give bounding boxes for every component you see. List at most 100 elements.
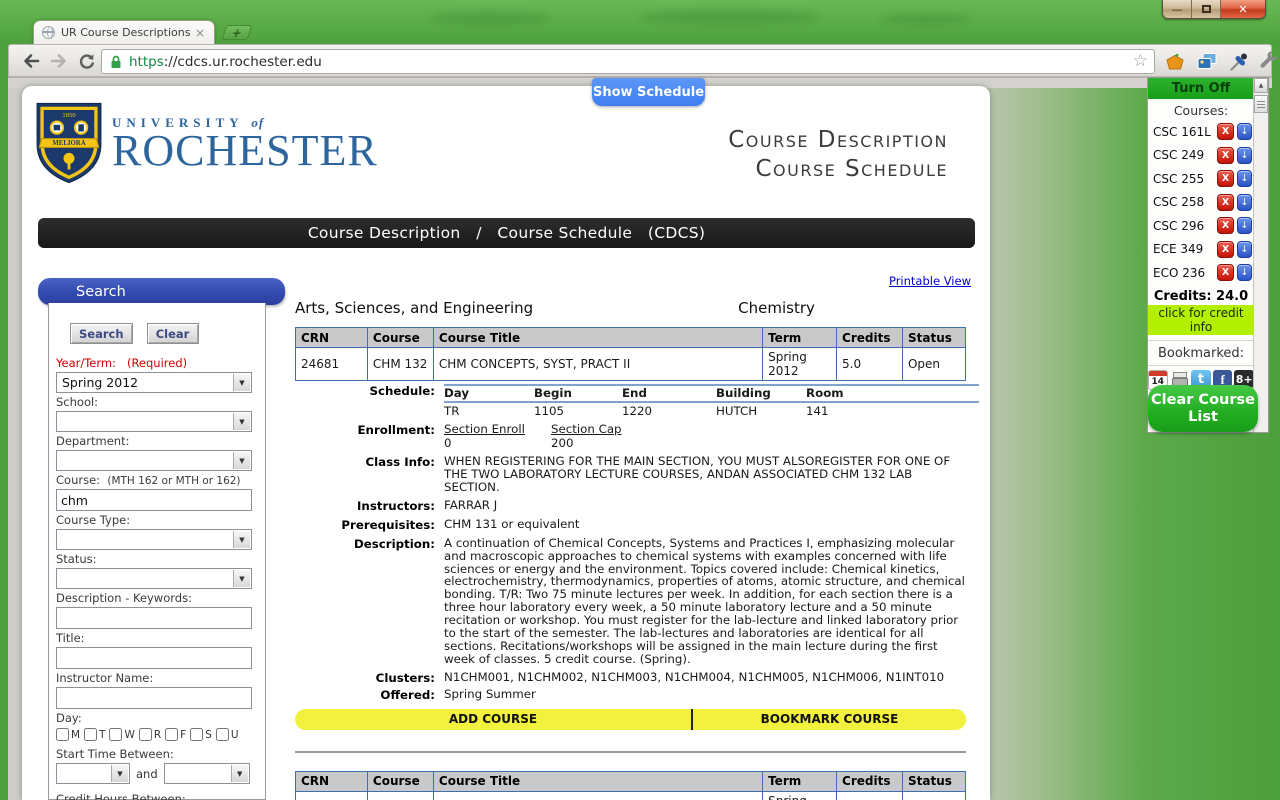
remove-course-button[interactable]: X <box>1217 240 1234 258</box>
course-info-button[interactable]: ↓ <box>1237 217 1252 235</box>
svg-text:1850: 1850 <box>62 112 76 119</box>
remove-course-button[interactable]: X <box>1217 123 1234 141</box>
credit-info-link[interactable]: click for credit info <box>1148 304 1254 335</box>
remove-course-button[interactable]: X <box>1217 170 1234 188</box>
course-input[interactable] <box>56 489 252 511</box>
turn-off-button[interactable]: Turn Off <box>1148 78 1254 99</box>
day-label-r: R <box>153 728 162 741</box>
day-label: Day: <box>56 711 82 725</box>
eyedropper-icon <box>1230 53 1247 71</box>
printable-view-link[interactable]: Printable View <box>889 274 971 288</box>
close-button[interactable]: ✕ <box>1221 0 1265 18</box>
browser-toolbar: https://cdcs.ur.rochester.edu ☆ <box>8 44 1277 77</box>
panel-course-row: CSC 296 X ↓ <box>1148 214 1254 238</box>
day-label-w: W <box>124 728 135 741</box>
bookmark-star-icon[interactable]: ☆ <box>1133 53 1148 70</box>
search-button[interactable]: Search <box>70 323 133 344</box>
schedule-col-day: Day <box>444 386 470 400</box>
course-info-button[interactable]: ↓ <box>1237 240 1252 258</box>
remove-course-button[interactable]: X <box>1217 146 1234 164</box>
extension-cdcs-icon[interactable] <box>1161 48 1189 75</box>
chevron-down-icon[interactable]: ▼ <box>233 413 250 430</box>
scroll-up-arrow-icon: ▲ <box>1258 82 1264 89</box>
status-label: Status: <box>56 552 97 566</box>
scroll-up-button[interactable]: ▲ <box>1254 78 1268 93</box>
section-cap-link[interactable]: Section Cap <box>551 423 622 436</box>
course-info-button[interactable]: ↓ <box>1237 193 1252 211</box>
remove-course-button[interactable]: X <box>1217 217 1234 235</box>
offered-text: Spring Summer <box>444 686 536 701</box>
clear-course-list-button[interactable]: Clear Course List <box>1148 385 1258 432</box>
chevron-down-icon[interactable]: ▼ <box>111 765 128 782</box>
minimize-button[interactable]: — <box>1163 0 1192 18</box>
panel-course-name: CSC 249 <box>1153 148 1205 163</box>
title-input[interactable] <box>56 647 252 669</box>
year-term-select[interactable]: Spring 2012 ▼ <box>56 372 252 393</box>
panel-course-row: CSC 258 X ↓ <box>1148 191 1254 215</box>
school-heading: Arts, Sciences, and Engineering <box>295 299 534 317</box>
reload-button[interactable] <box>73 48 100 74</box>
remove-x-icon: X <box>1221 196 1230 208</box>
panel-scrollbar[interactable]: ▲ <box>1253 78 1268 432</box>
site-navbar[interactable]: Course Description / Course Schedule (CD… <box>38 218 975 248</box>
day-checkbox-r[interactable] <box>138 728 152 741</box>
close-icon: ✕ <box>1238 2 1248 16</box>
school-select[interactable]: ▼ <box>56 411 252 432</box>
show-schedule-button[interactable]: Show Schedule <box>592 78 705 106</box>
course-divider <box>295 750 966 753</box>
remove-course-button[interactable]: X <box>1217 264 1234 282</box>
status-select[interactable]: ▼ <box>56 568 252 589</box>
day-checkbox-s[interactable] <box>190 728 204 741</box>
add-course-button[interactable]: ADD COURSE <box>295 708 693 730</box>
extension-eyedropper-icon[interactable] <box>1225 48 1253 75</box>
remove-course-button[interactable]: X <box>1217 193 1234 211</box>
instructor-input[interactable] <box>56 687 252 709</box>
schedule-col-building: Building <box>716 386 771 400</box>
day-checkbox-w[interactable] <box>109 728 123 741</box>
maximize-button[interactable] <box>1192 0 1221 18</box>
chevron-down-icon[interactable]: ▼ <box>233 374 250 391</box>
bookmarked-label: Bookmarked: <box>1148 339 1254 365</box>
prerequisites-label: Prerequisites: <box>341 517 435 532</box>
extension-photos-icon[interactable] <box>1193 48 1221 75</box>
navbar-text: Course Description / Course Schedule (CD… <box>307 224 706 242</box>
table-row: 24694 CHM 132 CHM CONCEPTS, SYST, PRACT … <box>295 790 967 800</box>
start-time-to-select[interactable]: ▼ <box>163 763 250 784</box>
browser-tab[interactable]: UR Course Descriptions / C × <box>33 20 215 44</box>
course-info-button[interactable]: ↓ <box>1237 146 1252 164</box>
tab-close-icon[interactable]: × <box>195 26 205 40</box>
start-time-from-select[interactable]: ▼ <box>56 763 130 784</box>
day-checkbox-t[interactable] <box>84 728 98 741</box>
course-info-button[interactable]: ↓ <box>1237 123 1252 141</box>
title-cell: CHM CONCEPTS, SYST, PRACT II <box>432 790 764 800</box>
course-info-button[interactable]: ↓ <box>1237 264 1252 282</box>
new-tab-button[interactable]: + <box>221 25 253 40</box>
course-type-select[interactable]: ▼ <box>56 529 252 550</box>
day-checkbox-u[interactable] <box>215 728 229 741</box>
department-select[interactable]: ▼ <box>56 450 252 471</box>
forward-button[interactable] <box>45 48 72 74</box>
keywords-input[interactable] <box>56 607 252 629</box>
bookmark-course-label: BOOKMARK COURSE <box>760 712 899 727</box>
remove-x-icon: X <box>1221 243 1230 255</box>
bookmark-course-button[interactable]: BOOKMARK COURSE <box>693 709 966 730</box>
panel-course-row: ECO 236 X ↓ <box>1148 261 1254 285</box>
day-checkbox-f[interactable] <box>165 728 179 741</box>
chevron-down-icon[interactable]: ▼ <box>233 452 250 469</box>
section-enroll-link[interactable]: Section Enroll <box>444 423 551 436</box>
wrench-menu-button[interactable] <box>1255 48 1280 75</box>
day-checkbox-m[interactable] <box>56 728 69 741</box>
instructors-label: Instructors: <box>357 498 435 513</box>
table-row: 24681 CHM 132 CHM CONCEPTS, SYST, PRACT … <box>295 347 967 381</box>
chevron-down-icon[interactable]: ▼ <box>233 531 250 548</box>
course-info-button[interactable]: ↓ <box>1237 170 1252 188</box>
clear-button[interactable]: Clear <box>146 323 199 344</box>
day-label-m: M <box>71 728 81 741</box>
chevron-down-icon[interactable]: ▼ <box>233 570 250 587</box>
chevron-down-icon[interactable]: ▼ <box>230 765 248 782</box>
url-bar[interactable]: https://cdcs.ur.rochester.edu ☆ <box>101 49 1155 74</box>
back-button[interactable] <box>17 48 44 74</box>
https-padlock-icon <box>111 55 121 68</box>
search-panel-title: Search <box>76 283 126 300</box>
scrollbar-thumb[interactable] <box>1254 95 1268 113</box>
